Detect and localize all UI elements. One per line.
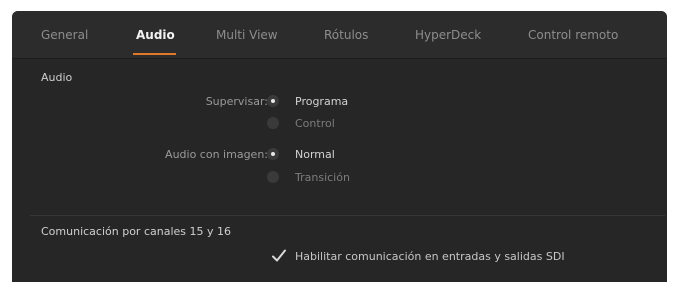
- tab-hyperdeck[interactable]: HyperDeck: [415, 11, 481, 58]
- audio-section-title: Audio: [41, 71, 73, 84]
- talkback-checkbox-label: Habilitar comunicación en entradas y sal…: [295, 250, 565, 263]
- monitor-control-label: Control: [295, 117, 335, 130]
- tab-rotulos[interactable]: Rótulos: [324, 11, 368, 58]
- afv-transicion-label: Transición: [295, 171, 350, 184]
- audio-settings-panel: Audio Supervisar: Programa Control Audio…: [12, 59, 667, 282]
- talkback-section-title: Comunicación por canales 15 y 16: [41, 225, 231, 238]
- monitor-programa-radio[interactable]: [267, 95, 279, 107]
- section-divider: [30, 215, 665, 216]
- tab-bar: General Audio Multi View Rótulos HyperDe…: [12, 11, 667, 59]
- tab-general[interactable]: General: [41, 11, 88, 58]
- afv-normal-radio[interactable]: [267, 148, 279, 160]
- audio-follow-video-label: Audio con imagen:: [165, 148, 268, 161]
- checkmark-icon: [272, 249, 286, 262]
- settings-window: General Audio Multi View Rótulos HyperDe…: [12, 11, 667, 282]
- tab-control-remoto[interactable]: Control remoto: [528, 11, 618, 58]
- active-tab-indicator: [133, 53, 176, 55]
- tab-multi-view[interactable]: Multi View: [216, 11, 278, 58]
- afv-transicion-radio[interactable]: [267, 171, 279, 183]
- tab-audio[interactable]: Audio: [136, 11, 175, 58]
- afv-normal-label: Normal: [295, 148, 335, 161]
- monitor-programa-label: Programa: [295, 95, 349, 108]
- monitor-control-radio[interactable]: [267, 117, 279, 129]
- monitor-label: Supervisar:: [205, 95, 268, 108]
- talkback-checkbox[interactable]: [271, 248, 287, 264]
